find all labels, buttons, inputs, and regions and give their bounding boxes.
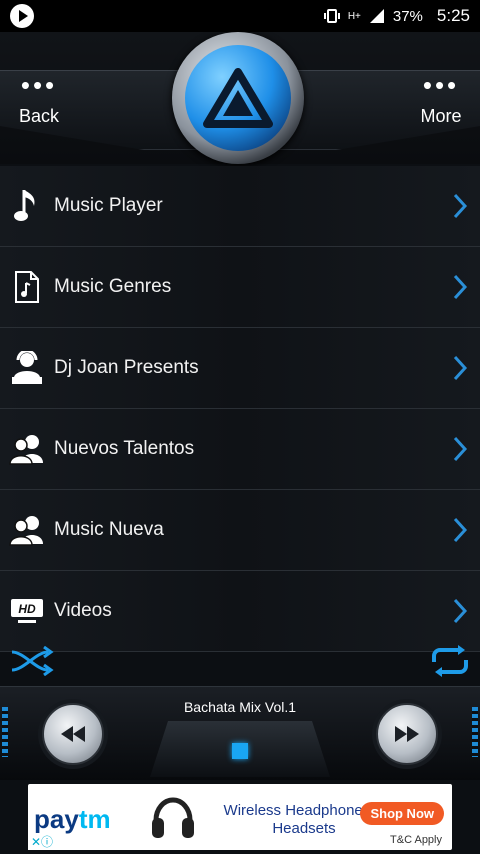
menu-item-dj-joan-presents[interactable]: Dj Joan Presents — [0, 328, 480, 409]
ad-banner[interactable]: paytm Wireless Headphones & Headsets Sho… — [28, 784, 452, 850]
status-bar: H+ 37% 5:25 — [0, 0, 480, 32]
chevron-right-icon — [453, 274, 468, 300]
clock: 5:25 — [436, 6, 470, 25]
music-file-icon — [15, 271, 39, 303]
fast-forward-button[interactable] — [376, 703, 438, 765]
users-icon — [9, 435, 43, 465]
app-header: ••• Back ••• More — [0, 32, 480, 164]
logo-icon — [203, 68, 273, 128]
network-type: H+ — [347, 10, 361, 22]
battery-percent: 37% — [392, 7, 423, 25]
hd-icon: HD — [11, 599, 43, 623]
menu-item-nuevos-talentos[interactable]: Nuevos Talentos — [0, 409, 480, 490]
rewind-icon — [61, 726, 85, 742]
chevron-right-icon — [453, 436, 468, 462]
menu-label: Nuevos Talentos — [54, 438, 195, 459]
signal-icon — [369, 9, 384, 23]
more-dots-icon: ••• — [20, 70, 58, 100]
chevron-right-icon — [453, 193, 468, 219]
more-label: More — [420, 106, 462, 126]
fast-forward-icon — [395, 726, 419, 742]
users-icon — [9, 516, 43, 546]
back-label: Back — [18, 106, 60, 126]
menu-label: Music Player — [54, 195, 163, 216]
vibrate-icon — [323, 9, 340, 23]
app-logo[interactable] — [172, 32, 304, 164]
menu-item-music-genres[interactable]: Music Genres — [0, 247, 480, 328]
stop-button[interactable] — [232, 743, 248, 759]
more-dots-icon: ••• — [422, 70, 460, 100]
svg-text:HD: HD — [18, 602, 36, 616]
ad-close-icon[interactable]: ✕ⓘ — [28, 833, 57, 850]
main-menu: Music Player Music Genres Dj Joan Presen… — [0, 166, 480, 652]
playback-mode-row — [0, 640, 480, 682]
chevron-right-icon — [453, 598, 468, 624]
play-notification-icon — [10, 4, 34, 28]
mini-player: Bachata Mix Vol.1 — [0, 686, 480, 780]
headphones-icon — [152, 797, 194, 838]
menu-item-music-player[interactable]: Music Player — [0, 166, 480, 247]
repeat-icon[interactable] — [430, 644, 470, 678]
menu-item-music-nueva[interactable]: Music Nueva — [0, 490, 480, 571]
ad-brand-logo: paytm — [34, 804, 111, 834]
ad-terms: T&C Apply — [390, 834, 442, 846]
menu-label: Videos — [54, 600, 112, 621]
menu-label: Dj Joan Presents — [54, 357, 199, 378]
back-button[interactable]: ••• Back — [0, 70, 84, 127]
chevron-right-icon — [453, 355, 468, 381]
rewind-button[interactable] — [42, 703, 104, 765]
shop-now-button[interactable]: Shop Now — [360, 802, 444, 825]
dj-icon — [12, 351, 42, 384]
menu-label: Music Nueva — [54, 519, 164, 540]
shuffle-icon[interactable] — [10, 646, 54, 676]
music-note-icon — [14, 190, 35, 221]
chevron-right-icon — [453, 517, 468, 543]
more-button[interactable]: ••• More — [396, 70, 480, 127]
menu-label: Music Genres — [54, 276, 172, 297]
